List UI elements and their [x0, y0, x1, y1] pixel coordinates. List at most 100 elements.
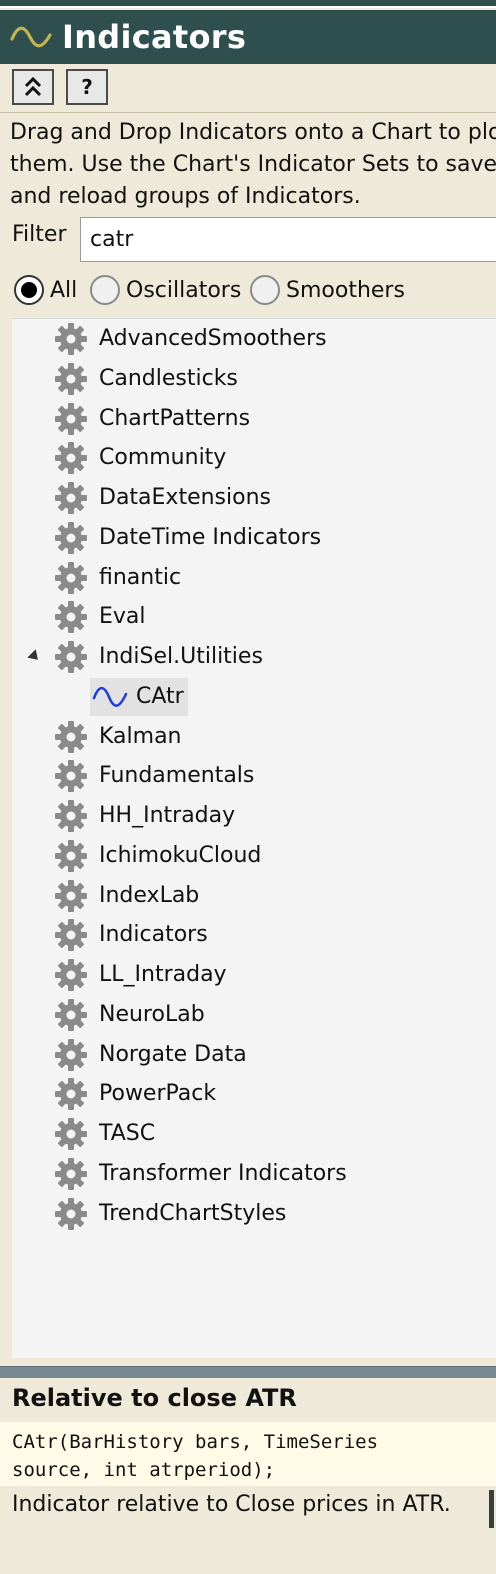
- tree-node-label: Candlesticks: [99, 365, 238, 391]
- signature-line: CAtr(BarHistory bars, TimeSeries: [12, 1431, 379, 1453]
- top-border: [0, 0, 496, 8]
- tree-node-label: HH_Intraday: [99, 803, 236, 828]
- radio-label: Smoothers: [286, 277, 405, 303]
- gear-icon: [54, 481, 88, 515]
- tree-node[interactable]: AdvancedSmoothers: [12, 320, 492, 358]
- gear-icon: [54, 600, 88, 634]
- gear-icon: [54, 1038, 88, 1072]
- tree-node[interactable]: Indicators: [12, 916, 492, 954]
- tree-node[interactable]: NeuroLab: [12, 996, 492, 1034]
- tree-node[interactable]: TrendChartStyles: [12, 1195, 492, 1233]
- instructions-line: them. Use the Chart's Indicator Sets to …: [10, 152, 496, 177]
- tree-child-label: CAtr: [136, 684, 184, 710]
- tree-node-label: IndexLab: [99, 882, 200, 908]
- tree-node-label: Eval: [99, 604, 146, 630]
- tree-node[interactable]: IchimokuCloud: [12, 837, 492, 875]
- radio-indicator: [250, 275, 280, 305]
- radio-smoothers[interactable]: Smoothers: [250, 270, 405, 310]
- tree-node[interactable]: ChartPatterns: [12, 400, 492, 438]
- help-button[interactable]: ?: [66, 69, 108, 105]
- tree-node-label: IndiSel.Utilities: [99, 644, 263, 669]
- tree-node-label: Norgate Data: [99, 1041, 247, 1067]
- tree-child-selected[interactable]: CAtr: [90, 677, 188, 716]
- radio-oscillators[interactable]: Oscillators: [90, 270, 241, 310]
- gear-icon: [54, 1157, 88, 1191]
- tree-node-label: Community: [99, 445, 227, 471]
- instructions-line: and reload groups of Indicators.: [10, 184, 361, 209]
- gear-icon: [54, 879, 88, 913]
- gear-icon: [54, 362, 88, 396]
- filter-label: Filter: [12, 222, 67, 247]
- tree-node[interactable]: Eval: [12, 598, 492, 636]
- tree-node[interactable]: Transformer Indicators: [12, 1155, 492, 1193]
- instructions-line: Drag and Drop Indicators onto a Chart to…: [10, 120, 496, 145]
- help-signature: CAtr(BarHistory bars, TimeSeries source,…: [0, 1422, 496, 1486]
- tree-node[interactable]: IndiSel.Utilities: [12, 638, 492, 676]
- tree-node-label: Kalman: [99, 723, 182, 749]
- expander-triangle-icon[interactable]: [27, 649, 43, 665]
- tree-node[interactable]: Kalman: [12, 718, 492, 756]
- help-scrollbar[interactable]: [489, 1490, 494, 1528]
- instructions-text: Drag and Drop Indicators onto a Chart to…: [10, 117, 496, 213]
- gear-icon: [54, 441, 88, 475]
- gear-icon: [54, 1077, 88, 1111]
- tree-node-label: Fundamentals: [99, 763, 255, 789]
- radio-label: All: [50, 277, 78, 303]
- gear-icon: [54, 640, 88, 674]
- tree-node[interactable]: Fundamentals: [12, 757, 492, 795]
- tree-node-label: NeuroLab: [99, 1001, 205, 1027]
- tree-node[interactable]: Norgate Data: [12, 1036, 492, 1074]
- gear-icon: [54, 322, 88, 356]
- help-description: Indicator relative to Close prices in AT…: [12, 1492, 451, 1517]
- tree-node-label: IchimokuCloud: [99, 842, 262, 868]
- help-title: Relative to close ATR: [12, 1384, 297, 1412]
- double-chevron-up-icon: [24, 76, 42, 97]
- filter-input[interactable]: catr: [80, 217, 496, 262]
- gear-icon: [54, 839, 88, 873]
- tree-node[interactable]: IndexLab: [12, 877, 492, 915]
- toolbar: ?: [0, 64, 496, 113]
- tree-node-label: AdvancedSmoothers: [99, 326, 327, 351]
- gear-icon: [54, 958, 88, 992]
- splitter-handle[interactable]: [0, 1366, 496, 1378]
- tree-node[interactable]: Community: [12, 439, 492, 477]
- tree-node-label: LL_Intraday: [99, 962, 227, 987]
- tree-node-label: DateTime Indicators: [99, 524, 322, 550]
- radio-all[interactable]: All: [14, 270, 77, 310]
- tree-node[interactable]: TASC: [12, 1115, 492, 1153]
- gear-icon: [54, 402, 88, 436]
- tree-node-label: PowerPack: [99, 1081, 217, 1107]
- tree-node-label: ChartPatterns: [99, 405, 251, 431]
- tree-node-label: DataExtensions: [99, 485, 271, 510]
- tree-node[interactable]: DateTime Indicators: [12, 519, 492, 557]
- tree-node-label: TASC: [99, 1121, 156, 1146]
- tree-node[interactable]: LL_Intraday: [12, 956, 492, 994]
- signature-line: source, int atrperiod);: [12, 1459, 276, 1481]
- sine-wave-icon: [10, 26, 52, 48]
- tree-node[interactable]: finantic: [12, 559, 492, 597]
- gear-icon: [54, 918, 88, 952]
- gear-icon: [54, 998, 88, 1032]
- radio-label: Oscillators: [126, 277, 242, 303]
- tree-node-label: Indicators: [99, 922, 208, 948]
- tree-node[interactable]: PowerPack: [12, 1075, 492, 1113]
- tree-node[interactable]: Candlesticks: [12, 360, 492, 398]
- panel-title: Indicators: [62, 18, 247, 56]
- tree-node[interactable]: HH_Intraday: [12, 797, 492, 835]
- gear-icon: [54, 759, 88, 793]
- collapse-all-button[interactable]: [12, 69, 54, 105]
- indicator-tree[interactable]: AdvancedSmoothers Candlesticks ChartPatter…: [12, 318, 496, 1358]
- sine-wave-icon: [92, 686, 128, 707]
- tree-node-label: TrendChartStyles: [99, 1200, 287, 1226]
- panel-header: Indicators: [0, 10, 496, 64]
- gear-icon: [54, 1197, 88, 1231]
- gear-icon: [54, 799, 88, 833]
- gear-icon: [54, 521, 88, 555]
- tree-node-label: finantic: [99, 564, 182, 590]
- gear-icon: [54, 561, 88, 595]
- tree-node-label: Transformer Indicators: [99, 1160, 347, 1186]
- tree-node[interactable]: DataExtensions: [12, 479, 492, 517]
- gear-icon: [54, 720, 88, 754]
- gear-icon: [54, 1117, 88, 1151]
- radio-indicator-checked: [14, 275, 44, 305]
